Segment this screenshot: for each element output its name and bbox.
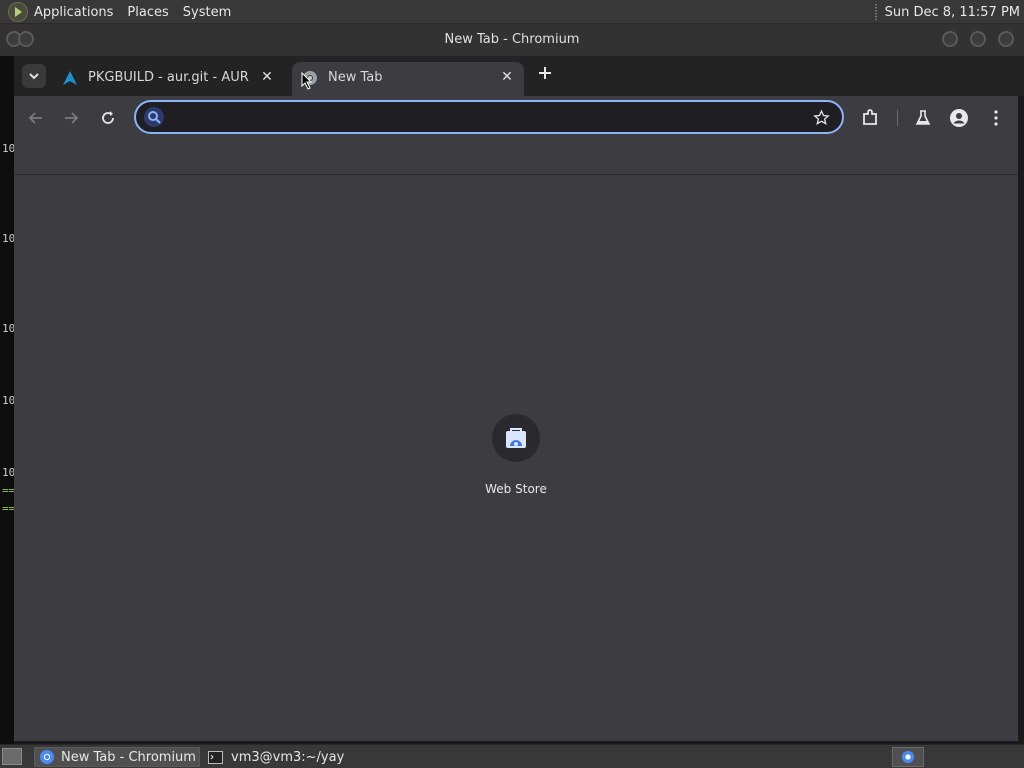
avatar-icon [950, 109, 968, 127]
mouse-cursor-icon [301, 72, 313, 90]
taskbar-item-terminal[interactable]: vm3@vm3:~/yay [204, 747, 370, 767]
tab-new-tab[interactable]: New Tab ✕ [292, 62, 524, 96]
chromium-icon [901, 750, 915, 764]
clock-text: Sun Dec 8, 11:57 PM [884, 4, 1020, 20]
close-window-button[interactable] [998, 31, 1014, 47]
extensions-button[interactable] [858, 106, 882, 130]
reload-icon [102, 111, 114, 124]
top-panel: Applications Places System Sun Dec 8, 11… [0, 0, 1024, 24]
panel-clock[interactable]: Sun Dec 8, 11:57 PM [874, 0, 1020, 24]
reload-button[interactable] [96, 106, 120, 130]
bookmarks-bar [14, 140, 1018, 175]
arrow-right-icon [65, 112, 79, 124]
workspace-switcher[interactable] [892, 747, 924, 767]
address-bar[interactable] [134, 100, 844, 134]
back-button[interactable] [24, 106, 48, 130]
shortcut-label: Web Store [485, 482, 547, 496]
applications-menu[interactable]: Applications [34, 5, 113, 20]
close-icon[interactable]: ✕ [258, 68, 276, 86]
arrow-left-icon [28, 112, 42, 124]
more-vertical-icon [994, 110, 998, 126]
chromium-icon [40, 750, 54, 764]
search-icon [144, 107, 164, 127]
tab-search-button[interactable] [22, 64, 46, 88]
window-titlebar[interactable]: New Tab - Chromium [0, 24, 1024, 56]
profile-button[interactable] [947, 106, 971, 130]
minimize-button[interactable] [942, 31, 958, 47]
system-logo-icon[interactable] [8, 2, 28, 22]
arch-linux-icon [63, 71, 77, 85]
puzzle-icon [863, 109, 877, 125]
terminal-icon [208, 750, 223, 764]
close-icon[interactable]: ✕ [498, 68, 516, 86]
labs-button[interactable] [911, 106, 935, 130]
shortcut-web-store[interactable]: Web Store [469, 414, 563, 496]
tab-pkgbuild[interactable]: PKGBUILD - aur.git - AUR Pa ✕ [52, 62, 284, 96]
places-menu[interactable]: Places [127, 5, 168, 20]
chevron-down-icon [29, 73, 39, 80]
new-tab-page: Web Store [14, 175, 1018, 741]
address-input[interactable] [176, 105, 800, 131]
window-title: New Tab - Chromium [444, 32, 580, 47]
tab-title: PKGBUILD - aur.git - AUR Pa [88, 70, 252, 85]
flask-icon [915, 110, 931, 125]
window-shade-button[interactable] [18, 31, 34, 47]
forward-button[interactable] [59, 106, 83, 130]
panel-separator [874, 4, 877, 20]
bottom-panel: New Tab - Chromium vm3@vm3:~/yay [0, 744, 1024, 768]
star-icon[interactable] [813, 109, 830, 126]
menu-button[interactable] [984, 106, 1008, 130]
web-store-icon [506, 428, 526, 448]
shortcut-tile [492, 414, 540, 462]
tab-title: New Tab [328, 70, 383, 85]
taskbar-item-chromium[interactable]: New Tab - Chromium [34, 747, 200, 767]
plus-icon [539, 67, 551, 79]
toolbar-divider [897, 110, 898, 126]
taskbar-item-label: vm3@vm3:~/yay [231, 749, 345, 765]
browser-toolbar [14, 96, 1018, 140]
panel-menus: Applications Places System [8, 0, 245, 24]
browser-window: New Tab - Chromium PKGBUILD - aur.git - … [0, 24, 1024, 744]
system-menu[interactable]: System [183, 5, 231, 20]
maximize-button[interactable] [970, 31, 986, 47]
show-desktop-icon[interactable] [2, 748, 22, 765]
tab-strip: PKGBUILD - aur.git - AUR Pa ✕ New Tab ✕ [14, 56, 1024, 96]
taskbar-item-label: New Tab - Chromium [61, 749, 196, 765]
new-tab-button[interactable] [534, 62, 556, 84]
